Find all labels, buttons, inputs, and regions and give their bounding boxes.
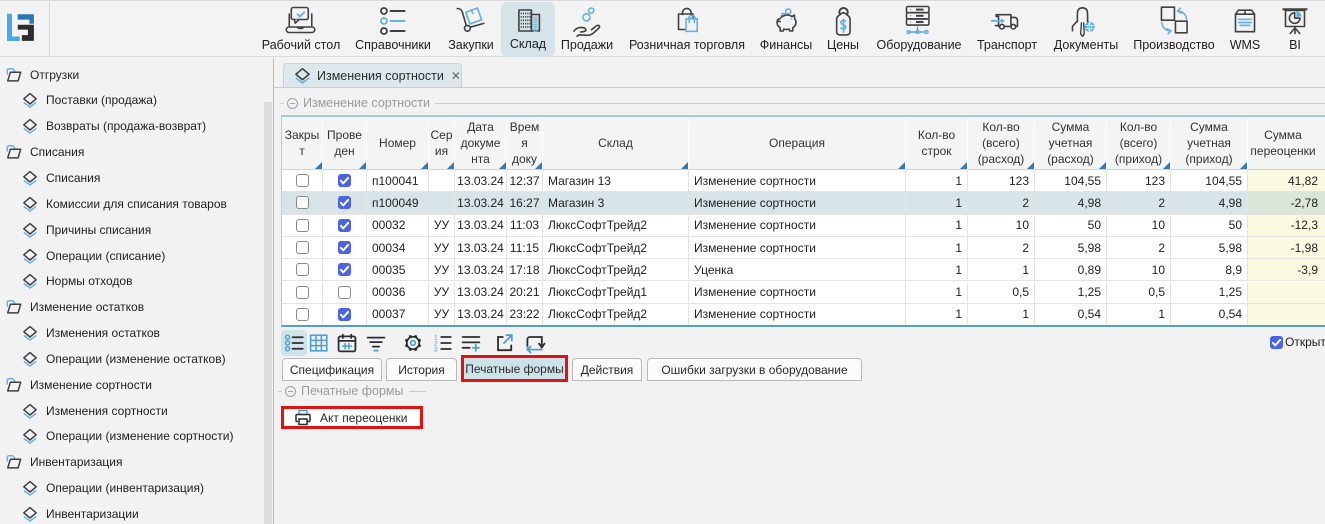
svg-text:3: 3 (434, 346, 438, 353)
